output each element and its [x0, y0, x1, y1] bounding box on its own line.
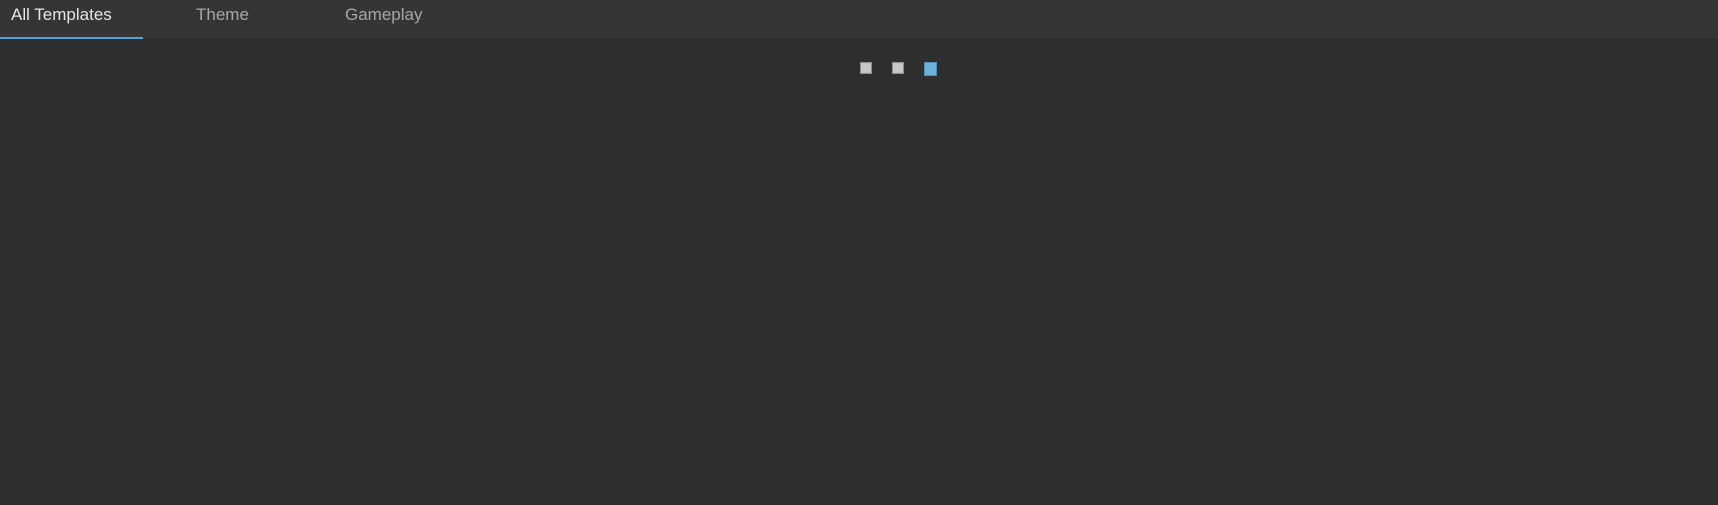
template-browser: All Templates Theme Gameplay [0, 0, 1718, 505]
tab-gameplay[interactable]: Gameplay [334, 0, 444, 39]
tab-all-templates[interactable]: All Templates [0, 0, 143, 39]
loading-dot-icon [860, 62, 872, 74]
tab-label: All Templates [11, 5, 112, 24]
tab-label: Gameplay [345, 5, 423, 24]
template-tab-bar: All Templates Theme Gameplay [0, 0, 1718, 39]
tab-label: Theme [196, 5, 249, 24]
loading-indicator [860, 62, 937, 76]
loading-dot-icon [892, 62, 904, 74]
tab-theme[interactable]: Theme [188, 0, 278, 39]
active-tab-indicator [0, 37, 143, 39]
loading-dot-icon [924, 62, 937, 76]
